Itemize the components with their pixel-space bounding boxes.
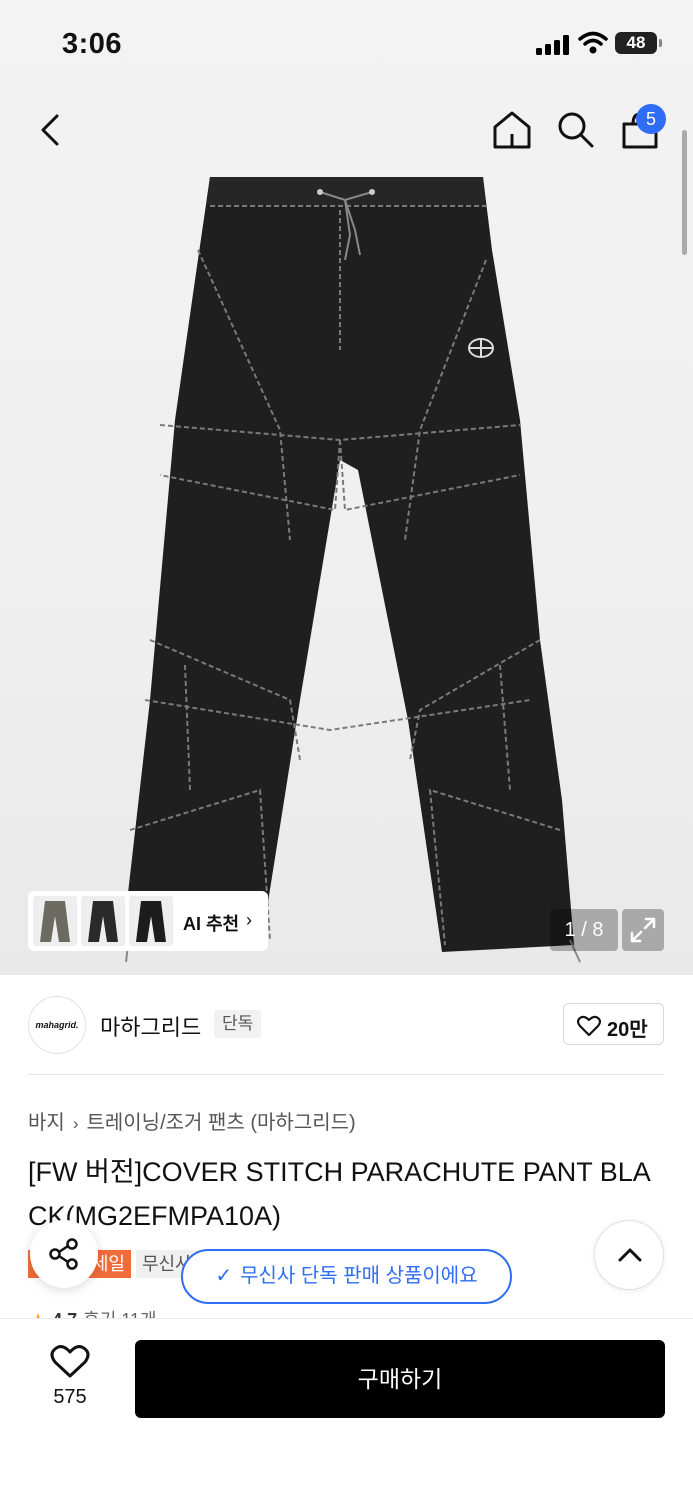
- brand-logo[interactable]: mahagrid.: [28, 996, 86, 1054]
- cart-count-badge: 5: [636, 104, 666, 134]
- ai-thumb-1[interactable]: [33, 896, 77, 946]
- chevron-left-icon[interactable]: [30, 108, 70, 152]
- share-icon: [49, 1238, 78, 1270]
- exclusive-toast: ✓ 무신사 단독 판매 상품이에요: [181, 1249, 512, 1304]
- brand-name[interactable]: 마하그리드: [100, 1010, 201, 1042]
- search-icon[interactable]: [554, 108, 598, 152]
- breadcrumb: 바지 › 트레이닝/조거 팬츠 (마하그리드): [28, 1106, 356, 1135]
- image-counter: 1 / 8: [550, 909, 618, 951]
- ai-thumb-3[interactable]: [129, 896, 173, 946]
- status-time: 3:06: [62, 28, 123, 60]
- chevron-right-icon: ›: [72, 1114, 79, 1133]
- share-button[interactable]: [30, 1220, 98, 1288]
- breadcrumb-category[interactable]: 바지: [28, 1112, 65, 1134]
- heart-icon[interactable]: [50, 1344, 90, 1380]
- battery-indicator: 48: [615, 32, 662, 54]
- chevron-up-icon: [618, 1248, 642, 1262]
- cellular-signal-icon: [536, 35, 570, 55]
- wifi-icon: [578, 31, 608, 54]
- exclusive-tag: 단독: [214, 1010, 262, 1038]
- check-icon: ✓: [215, 1265, 233, 1287]
- toast-message: 무신사 단독 판매 상품이에요: [240, 1265, 478, 1287]
- product-title: [FW 버전]COVER STITCH PARACHUTE PANT BLACK…: [28, 1157, 651, 1231]
- ai-recommendation-label: AI 추천: [183, 914, 240, 934]
- brand-like-count: 20만: [607, 1019, 648, 1041]
- buy-button[interactable]: 구매하기: [135, 1340, 665, 1418]
- ai-thumb-2[interactable]: [81, 896, 125, 946]
- chevron-right-icon: ›: [246, 910, 252, 930]
- heart-icon: [577, 1015, 601, 1037]
- scroll-indicator: [682, 130, 687, 255]
- expand-image-button[interactable]: [622, 909, 664, 951]
- status-bar: 3:06 48: [0, 0, 693, 90]
- expand-icon: [630, 917, 656, 943]
- home-icon[interactable]: [490, 108, 534, 152]
- scroll-to-top-button[interactable]: [594, 1220, 664, 1290]
- brand-like-button[interactable]: 20만: [563, 1003, 664, 1045]
- ai-recommendation-button[interactable]: AI 추천 ›: [28, 891, 268, 951]
- favorite-count: 575: [53, 1386, 87, 1408]
- divider: [28, 1074, 664, 1075]
- breadcrumb-subcategory[interactable]: 트레이닝/조거 팬츠 (마하그리드): [86, 1112, 355, 1134]
